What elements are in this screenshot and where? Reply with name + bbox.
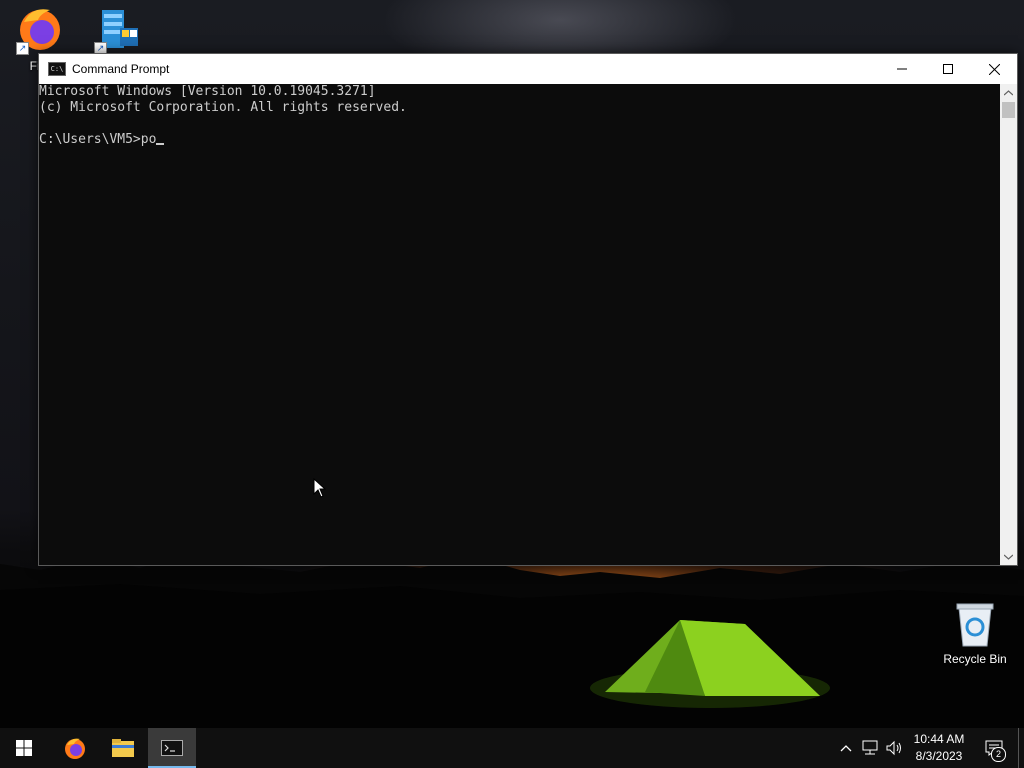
show-desktop-button[interactable]	[1018, 728, 1024, 768]
minimize-icon	[897, 68, 907, 70]
terminal-icon: C:\	[48, 62, 66, 76]
network-icon	[862, 740, 878, 755]
desktop-icon-label: Recycle Bin	[943, 652, 1007, 666]
volume-tray-button[interactable]	[884, 728, 906, 768]
taskbar-firefox-button[interactable]	[51, 728, 99, 768]
taskbar-command-prompt-button[interactable]	[148, 728, 196, 768]
maximize-icon	[943, 64, 953, 74]
chevron-up-icon	[840, 745, 852, 752]
terminal-icon	[161, 740, 183, 756]
text-cursor	[156, 143, 165, 145]
console-prompt-text: C:\Users\VM5>po	[39, 132, 157, 147]
firefox-icon	[65, 738, 85, 759]
windows-logo-icon	[16, 740, 32, 756]
vertical-scrollbar[interactable]	[1000, 84, 1017, 565]
console-line: Microsoft Windows [Version 10.0.19045.32…	[39, 84, 376, 99]
close-icon	[988, 63, 1000, 75]
clock-time: 10:44 AM	[913, 732, 965, 746]
tent-illustration	[590, 620, 830, 708]
recycle-bin-icon	[956, 603, 994, 647]
scroll-thumb[interactable]	[1002, 102, 1015, 118]
action-center-button[interactable]: 2	[978, 728, 1010, 768]
shortcut-arrow-icon: ↗	[16, 42, 29, 55]
show-hidden-icons-button[interactable]	[836, 728, 856, 768]
console-output[interactable]: Microsoft Windows [Version 10.0.19045.32…	[39, 84, 1000, 565]
notification-count-badge: 2	[991, 747, 1006, 762]
command-prompt-window[interactable]: C:\ Command Prompt Microsoft Windows [Ve…	[38, 53, 1018, 566]
taskbar: 10:44 AM 8/3/2023 2	[0, 728, 1024, 768]
clock-date: 8/3/2023	[915, 749, 963, 763]
taskbar-clock[interactable]: 10:44 AM 8/3/2023	[906, 731, 972, 765]
start-button[interactable]	[0, 728, 48, 768]
window-titlebar[interactable]: C:\ Command Prompt	[39, 54, 1017, 84]
chevron-up-icon	[1004, 89, 1013, 95]
minimize-button[interactable]	[879, 54, 925, 84]
network-tray-button[interactable]	[860, 728, 882, 768]
chevron-down-icon	[1004, 554, 1013, 560]
desktop-icon-server-manager[interactable]: ↗	[88, 6, 148, 55]
folder-icon	[112, 739, 134, 757]
console-line: (c) Microsoft Corporation. All rights re…	[39, 100, 407, 115]
scroll-down-button[interactable]	[1000, 548, 1017, 565]
volume-icon	[886, 740, 901, 756]
console-prompt-line[interactable]: C:\Users\VM5>po	[39, 132, 165, 148]
desktop-icon-recycle-bin[interactable]: Recycle Bin	[938, 602, 1012, 666]
maximize-button[interactable]	[925, 54, 971, 84]
taskbar-file-explorer-button[interactable]	[99, 728, 147, 768]
mountain-silhouette	[0, 554, 1024, 728]
window-title: Command Prompt	[72, 62, 170, 76]
mouse-pointer-icon	[313, 478, 327, 498]
close-button[interactable]	[971, 54, 1017, 84]
scroll-up-button[interactable]	[1000, 84, 1017, 101]
